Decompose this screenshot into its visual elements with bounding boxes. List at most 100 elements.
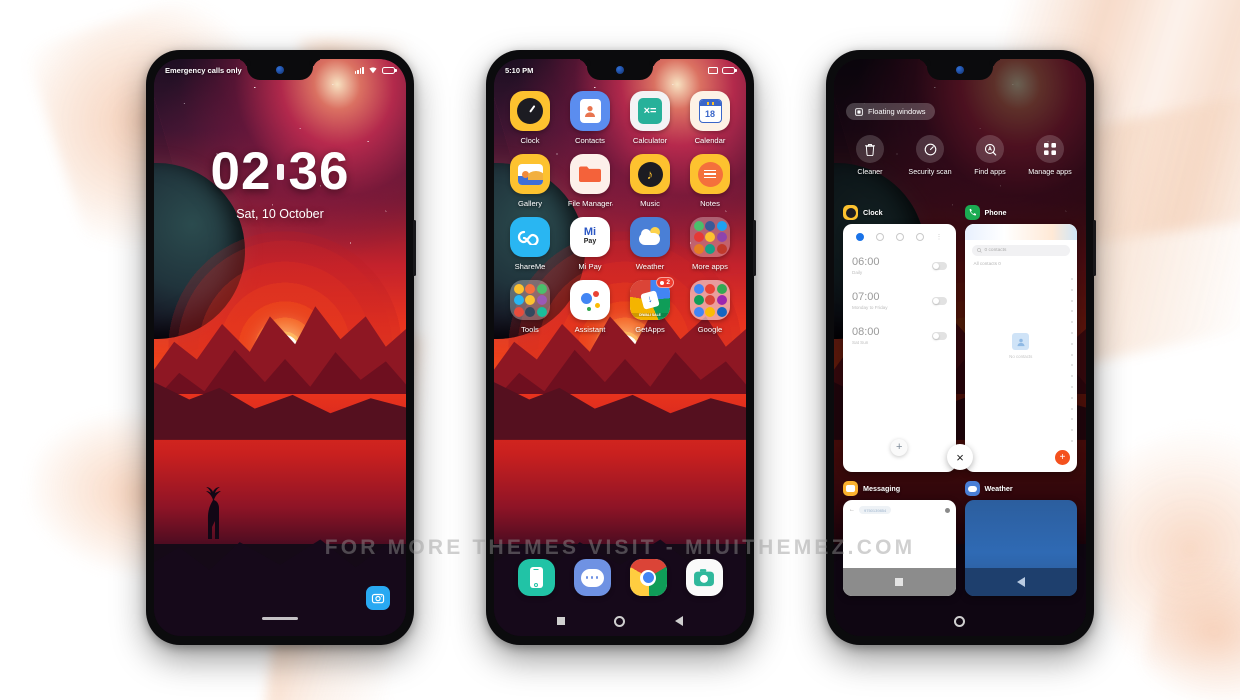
- signal-icon: [354, 66, 364, 74]
- app-folder-google[interactable]: Google: [680, 280, 740, 334]
- quick-action-cleaner[interactable]: Cleaner: [840, 135, 900, 177]
- floating-windows-button[interactable]: Floating windows: [846, 103, 935, 120]
- recent-card-phone[interactable]: Phone 0 contacts All contacts 0 No conta…: [964, 205, 1077, 472]
- message-bubble-icon: [843, 481, 858, 496]
- quick-action-manage-apps[interactable]: Manage apps: [1020, 135, 1080, 177]
- quick-action-find-apps[interactable]: Find apps: [960, 135, 1020, 177]
- calendar-icon: 18: [690, 91, 730, 131]
- tab-clock-icon[interactable]: [875, 233, 884, 241]
- recent-card-clock[interactable]: Clock ⋮ 06:00 Daily 07:00 Monday to Frid…: [843, 205, 956, 472]
- navigation-bar: [494, 606, 746, 636]
- close-all-button[interactable]: ×: [947, 444, 973, 470]
- front-camera-icon: [956, 66, 964, 74]
- phone-home-screen: 5:10 PM Clock Contacts ×= Calculator 18 …: [486, 50, 756, 645]
- alarm-row[interactable]: 08:00 Sat Sun: [843, 318, 956, 353]
- app-label: Mi Pay: [578, 262, 602, 271]
- app-label: Weather: [635, 262, 665, 271]
- alarm-toggle[interactable]: [931, 261, 947, 270]
- recent-card-messaging[interactable]: Messaging ← 9750139854: [843, 481, 956, 596]
- card-preview[interactable]: 0 contacts All contacts 0 No contacts +: [964, 224, 1077, 472]
- recent-card-weather[interactable]: Weather: [964, 481, 1077, 596]
- recents-square-icon[interactable]: [895, 578, 904, 586]
- app-icon-file-manager[interactable]: File Manager: [560, 154, 620, 208]
- alarm-time: 06:00: [852, 256, 880, 268]
- grid-apps-icon: [1036, 135, 1064, 163]
- app-icon-gallery[interactable]: Gallery: [500, 154, 560, 208]
- add-person-icon[interactable]: [944, 507, 950, 513]
- home-indicator[interactable]: [262, 616, 298, 620]
- calendar-day: 18: [704, 109, 715, 119]
- back-arrow-icon[interactable]: ←: [849, 507, 855, 513]
- alarm-toggle[interactable]: [931, 296, 947, 305]
- notes-icon: [690, 154, 730, 194]
- contacts-search-input[interactable]: 0 contacts: [971, 245, 1070, 256]
- back-triangle-icon[interactable]: [1016, 577, 1025, 587]
- screenshot-icon: [708, 66, 718, 74]
- app-icon-clock[interactable]: Clock: [500, 91, 560, 145]
- quick-action-label: Find apps: [974, 167, 1006, 176]
- app-icon-getapps[interactable]: ↓ DIWALI SALE 2 GetApps: [620, 277, 680, 334]
- dock-item-camera[interactable]: [685, 559, 723, 596]
- app-icon-contacts[interactable]: Contacts: [560, 91, 620, 145]
- messaging-navbar: [843, 568, 956, 596]
- card-preview[interactable]: ⋮ 06:00 Daily 07:00 Monday to Friday 08:…: [843, 224, 956, 472]
- quick-action-security-scan[interactable]: Security scan: [900, 135, 960, 177]
- dock-item-phone[interactable]: [517, 559, 555, 596]
- search-icon: [976, 248, 982, 253]
- app-icon-weather[interactable]: Weather: [620, 217, 680, 271]
- home-circle-icon[interactable]: [614, 615, 626, 627]
- card-header: Messaging: [843, 481, 956, 496]
- alarm-toggle[interactable]: [931, 331, 947, 340]
- app-label: Google: [697, 325, 723, 334]
- status-time: 5:10 PM: [505, 65, 534, 75]
- app-icon-mi-pay[interactable]: Mi Pay Mi Pay: [560, 217, 620, 271]
- add-alarm-button[interactable]: +: [890, 439, 908, 456]
- clock-icon: [510, 91, 550, 131]
- app-icon-assistant[interactable]: Assistant: [560, 280, 620, 334]
- card-preview[interactable]: ← 9750139854: [843, 500, 956, 596]
- app-folder-more-apps[interactable]: More apps: [680, 217, 740, 271]
- app-icon-music[interactable]: ♪ Music: [620, 154, 680, 208]
- card-preview[interactable]: [964, 500, 1077, 596]
- recents-square-icon[interactable]: [556, 617, 565, 625]
- search-placeholder: 0 contacts: [984, 248, 1007, 253]
- app-label: Clock: [520, 136, 540, 145]
- app-icon-shareme[interactable]: ShareMe: [500, 217, 560, 271]
- add-contact-button[interactable]: +: [1055, 450, 1070, 465]
- wifi-icon: [369, 67, 377, 74]
- home-circle-icon[interactable]: [954, 615, 966, 627]
- phone-lock-screen: Emergency calls only 02 36 Sat, 10 Octob…: [146, 50, 416, 645]
- tab-timer-icon[interactable]: [895, 233, 904, 241]
- folder-icon: [570, 154, 610, 194]
- badge-count: 2: [666, 279, 670, 286]
- camera-shortcut-button[interactable]: [366, 586, 390, 610]
- empty-state-text: No contacts: [1009, 354, 1033, 360]
- app-label: Contacts: [575, 136, 605, 145]
- dock-item-chrome[interactable]: [629, 559, 667, 596]
- tab-stopwatch-icon[interactable]: [915, 233, 924, 241]
- clock-tabs: ⋮: [843, 224, 956, 248]
- app-icon-notes[interactable]: Notes: [680, 154, 740, 208]
- app-grid: Clock Contacts ×= Calculator 18 Calendar…: [494, 91, 746, 334]
- alphabet-index[interactable]: [1070, 278, 1074, 442]
- overflow-menu-icon[interactable]: ⋮: [936, 234, 943, 241]
- app-folder-tools[interactable]: Tools: [500, 280, 560, 334]
- app-icon-calculator[interactable]: ×= Calculator: [620, 91, 680, 145]
- weather-navbar: [964, 568, 1077, 596]
- recipient-chip[interactable]: 9750139854: [859, 506, 892, 514]
- battery-icon: [382, 66, 397, 74]
- back-triangle-icon[interactable]: [675, 616, 684, 626]
- app-icon-calendar[interactable]: 18 Calendar: [680, 91, 740, 145]
- front-camera-icon: [616, 66, 624, 74]
- phone-icon: [964, 205, 980, 220]
- clock-colon-icon: [276, 163, 284, 180]
- phone-card-topbar: [964, 224, 1077, 240]
- all-contacts-label: All contacts 0: [973, 261, 1001, 266]
- card-app-name: Phone: [984, 208, 1007, 217]
- dock-item-messaging[interactable]: [573, 559, 611, 596]
- card-header: Clock: [843, 205, 956, 220]
- tab-alarm-icon[interactable]: [855, 233, 864, 241]
- alarm-row[interactable]: 07:00 Monday to Friday: [843, 283, 956, 318]
- messaging-topbar: ← 9750139854: [843, 500, 956, 514]
- alarm-row[interactable]: 06:00 Daily: [843, 248, 956, 283]
